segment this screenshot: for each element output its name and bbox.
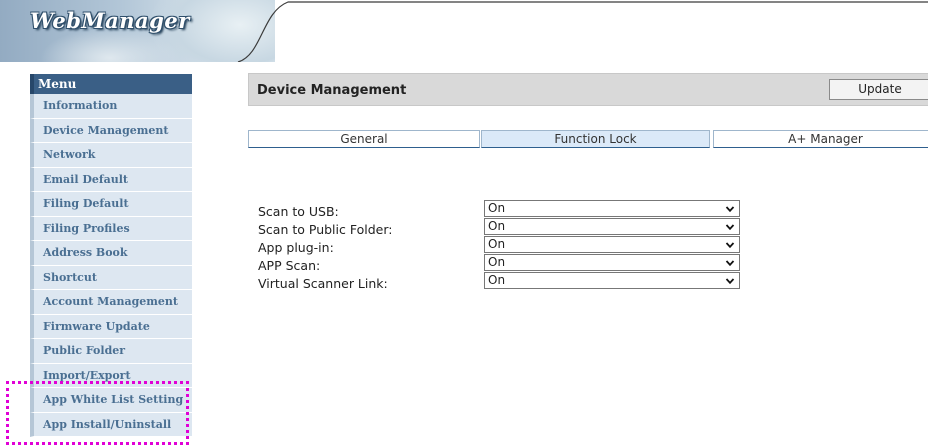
scan-to-public-folder-select[interactable]: On (484, 218, 740, 235)
chevron-down-icon (725, 224, 735, 231)
sidebar-item-firmware-update[interactable]: Firmware Update (30, 314, 192, 339)
scan-to-usb-select[interactable]: On (484, 200, 740, 217)
setting-label: Scan to USB: (258, 204, 339, 219)
sidebar-item-shortcut[interactable]: Shortcut (30, 265, 192, 290)
chevron-down-icon (725, 206, 735, 213)
virtual-scanner-link-select[interactable]: On (484, 272, 740, 289)
app-scan-select[interactable]: On (484, 254, 740, 271)
menu-header: Menu (30, 74, 192, 94)
select-value: On (488, 273, 506, 287)
sidebar-item-filing-default[interactable]: Filing Default (30, 192, 192, 217)
sidebar-item-information[interactable]: Information (30, 94, 192, 119)
app-logo: WebManager (30, 8, 190, 33)
setting-row: Scan to Public Folder: On (258, 218, 758, 237)
setting-row: Virtual Scanner Link: On (258, 272, 758, 291)
select-value: On (488, 201, 506, 215)
select-value: On (488, 219, 506, 233)
tab-bar: General Function Lock A+ Manager (248, 130, 928, 148)
chevron-down-icon (725, 278, 735, 285)
sidebar-item-email-default[interactable]: Email Default (30, 167, 192, 192)
page-title-bar: Device Management Update (248, 73, 928, 106)
setting-row: APP Scan: On (258, 254, 758, 273)
setting-label: APP Scan: (258, 258, 321, 273)
select-value: On (488, 237, 506, 251)
sidebar-item-app-install-uninstall[interactable]: App Install/Uninstall (30, 412, 192, 437)
sidebar-item-app-white-list-setting[interactable]: App White List Setting (30, 388, 192, 413)
sidebar-item-account-management[interactable]: Account Management (30, 290, 192, 315)
select-value: On (488, 255, 506, 269)
app-plug-in-select[interactable]: On (484, 236, 740, 253)
tab-function-lock[interactable]: Function Lock (481, 130, 710, 148)
tab-general[interactable]: General (248, 130, 480, 148)
sidebar-item-import-export[interactable]: Import/Export (30, 363, 192, 388)
sidebar-item-device-management[interactable]: Device Management (30, 118, 192, 143)
sidebar-item-filing-profiles[interactable]: Filing Profiles (30, 216, 192, 241)
setting-label: App plug-in: (258, 240, 334, 255)
chevron-down-icon (725, 260, 735, 267)
chevron-down-icon (725, 242, 735, 249)
update-button[interactable]: Update (829, 79, 928, 100)
sidebar-item-network[interactable]: Network (30, 143, 192, 168)
tab-a-plus-manager[interactable]: A+ Manager (713, 130, 928, 148)
sidebar-item-public-folder[interactable]: Public Folder (30, 339, 192, 364)
page-title: Device Management (257, 83, 407, 98)
setting-label: Virtual Scanner Link: (258, 276, 388, 291)
sidebar-item-address-book[interactable]: Address Book (30, 241, 192, 266)
setting-label: Scan to Public Folder: (258, 222, 393, 237)
sidebar-menu: Menu Information Device Management Netwo… (30, 74, 192, 437)
setting-row: App plug-in: On (258, 236, 758, 255)
setting-row: Scan to USB: On (258, 200, 758, 219)
